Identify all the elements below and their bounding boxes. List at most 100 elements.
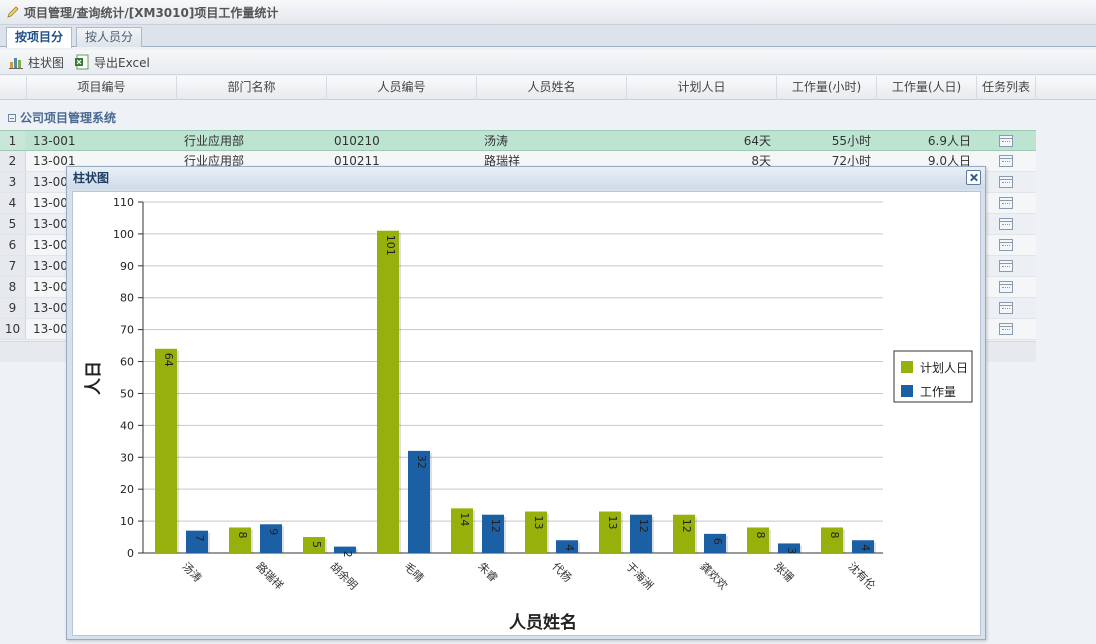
y-tick-label: 60 xyxy=(120,356,134,369)
breadcrumb: 项目管理/查询统计/[XM3010]项目工作量统计 xyxy=(24,5,279,20)
tab-by-person[interactable]: 按人员分 xyxy=(76,27,143,47)
column-header-emp-no[interactable]: 人员编号 xyxy=(327,76,477,100)
grid-header: 项目编号 部门名称 人员编号 人员姓名 计划人日 工作量(小时) 工作量(人日)… xyxy=(0,76,1096,100)
row-number: 3 xyxy=(0,172,26,192)
cell-project-no: 13-00 xyxy=(33,259,67,273)
column-header-tasks[interactable]: 任务列表 xyxy=(977,76,1036,100)
row-number: 10 xyxy=(0,319,26,339)
close-icon[interactable] xyxy=(966,170,981,185)
data-label: 2 xyxy=(341,551,354,558)
x-tick-label: 代杨 xyxy=(549,559,574,584)
x-tick-label: 于海洲 xyxy=(623,559,656,592)
cell-project-no: 13-00 xyxy=(33,322,67,336)
column-header-dept[interactable]: 部门名称 xyxy=(177,76,327,100)
data-label: 12 xyxy=(489,519,502,533)
data-label: 12 xyxy=(637,519,650,533)
data-label: 14 xyxy=(458,512,471,526)
task-list-icon[interactable] xyxy=(999,260,1013,272)
task-list-icon[interactable] xyxy=(999,302,1013,314)
cell-project-no: 13-00 xyxy=(33,196,67,210)
bar-chart-label: 柱状图 xyxy=(28,55,65,70)
task-list-icon[interactable] xyxy=(999,155,1013,167)
data-label: 4 xyxy=(859,544,872,551)
breadcrumb-bar: 项目管理/查询统计/[XM3010]项目工作量统计 xyxy=(0,0,1096,25)
task-list-icon[interactable] xyxy=(999,281,1013,293)
row-number: 9 xyxy=(0,298,26,318)
export-excel-button[interactable]: 导出Excel xyxy=(74,54,150,71)
row-number: 4 xyxy=(0,193,26,213)
task-list-icon[interactable] xyxy=(999,323,1013,335)
column-header-project-no[interactable]: 项目编号 xyxy=(27,76,177,100)
data-label: 9 xyxy=(267,528,280,535)
y-tick-label: 90 xyxy=(120,260,134,273)
task-list-icon[interactable] xyxy=(999,218,1013,230)
cell-project-no: 13-00 xyxy=(33,301,67,315)
chart-dialog: 柱状图 0 10 20 30 40 50 60 70 80 90 100 110 64 7 汤涛 8 9 路瑞祥 5… xyxy=(66,166,986,640)
collapse-icon[interactable] xyxy=(8,114,16,122)
bar-chart-button[interactable]: 柱状图 xyxy=(8,54,64,71)
cell-hours: 55小时 xyxy=(831,134,871,148)
cell-plan: 64天 xyxy=(743,134,771,148)
data-label: 8 xyxy=(828,531,841,538)
legend-label: 工作量 xyxy=(920,385,956,399)
cell-project-no: 13-001 xyxy=(33,134,76,148)
bar-plan xyxy=(377,230,399,553)
dialog-body: 0 10 20 30 40 50 60 70 80 90 100 110 64 7 汤涛 8 9 路瑞祥 5 2 胡余明… xyxy=(72,191,981,636)
y-tick-label: 80 xyxy=(120,292,134,305)
x-tick-label: 沈有伦 xyxy=(845,559,878,592)
y-tick-label: 50 xyxy=(120,387,134,400)
task-list-icon[interactable] xyxy=(999,239,1013,251)
y-tick-label: 0 xyxy=(127,547,134,560)
cell-project-no: 13-00 xyxy=(33,175,67,189)
task-list-icon[interactable] xyxy=(999,176,1013,188)
data-label: 12 xyxy=(680,519,693,533)
data-label: 4 xyxy=(563,544,576,551)
tab-by-project[interactable]: 按项目分 xyxy=(6,27,73,48)
row-number: 1 xyxy=(0,131,26,150)
data-label: 7 xyxy=(193,535,206,542)
column-header-hours[interactable]: 工作量(小时) xyxy=(777,76,877,100)
column-header-plan[interactable]: 计划人日 xyxy=(627,76,777,100)
x-tick-label: 龚欢欢 xyxy=(697,559,730,592)
y-tick-label: 110 xyxy=(113,196,134,209)
bar-plan xyxy=(155,348,177,553)
cell-emp-no: 010210 xyxy=(334,134,380,148)
legend-swatch xyxy=(901,385,913,397)
dialog-title: 柱状图 xyxy=(67,167,985,189)
y-tick-label: 20 xyxy=(120,483,134,496)
export-excel-label: 导出Excel xyxy=(94,55,150,70)
y-axis-label: 人日 xyxy=(84,361,104,395)
tab-bar: 按项目分 按人员分 xyxy=(0,25,1096,48)
y-tick-label: 10 xyxy=(120,515,134,528)
column-header-days[interactable]: 工作量(人日) xyxy=(877,76,977,100)
bar-chart: 0102030405060708090100110647汤涛8 9路瑞祥52胡余明… xyxy=(84,196,973,633)
row-number-header xyxy=(0,76,27,100)
table-row[interactable]: 1 13-001 行业应用部 010210 汤涛 64天 55小时 6.9人日 xyxy=(0,130,1036,151)
legend-label: 计划人日 xyxy=(920,361,968,375)
row-number: 6 xyxy=(0,235,26,255)
group-row[interactable]: 公司项目管理系统 xyxy=(0,108,1036,128)
cell-project-no: 13-00 xyxy=(33,217,67,231)
cell-days: 6.9人日 xyxy=(927,134,971,148)
row-number: 8 xyxy=(0,277,26,297)
task-list-icon[interactable] xyxy=(999,135,1013,147)
x-tick-label: 张珊 xyxy=(771,560,796,585)
row-number: 7 xyxy=(0,256,26,276)
y-tick-label: 30 xyxy=(120,451,134,464)
cell-dept: 行业应用部 xyxy=(184,134,245,148)
row-number: 2 xyxy=(0,151,26,171)
task-list-icon[interactable] xyxy=(999,197,1013,209)
data-label: 5 xyxy=(310,541,323,548)
data-label: 13 xyxy=(606,516,619,530)
bar-chart-icon xyxy=(8,54,24,70)
data-label: 32 xyxy=(415,455,428,469)
data-label: 6 xyxy=(711,538,724,545)
x-tick-label: 毛晴 xyxy=(401,560,426,585)
data-label: 64 xyxy=(162,353,175,367)
column-header-name[interactable]: 人员姓名 xyxy=(477,76,627,100)
data-label: 8 xyxy=(754,531,767,538)
cell-name: 汤涛 xyxy=(484,134,509,148)
cell-project-no: 13-00 xyxy=(33,238,67,252)
excel-icon xyxy=(74,54,90,70)
data-label: 8 xyxy=(236,531,249,538)
